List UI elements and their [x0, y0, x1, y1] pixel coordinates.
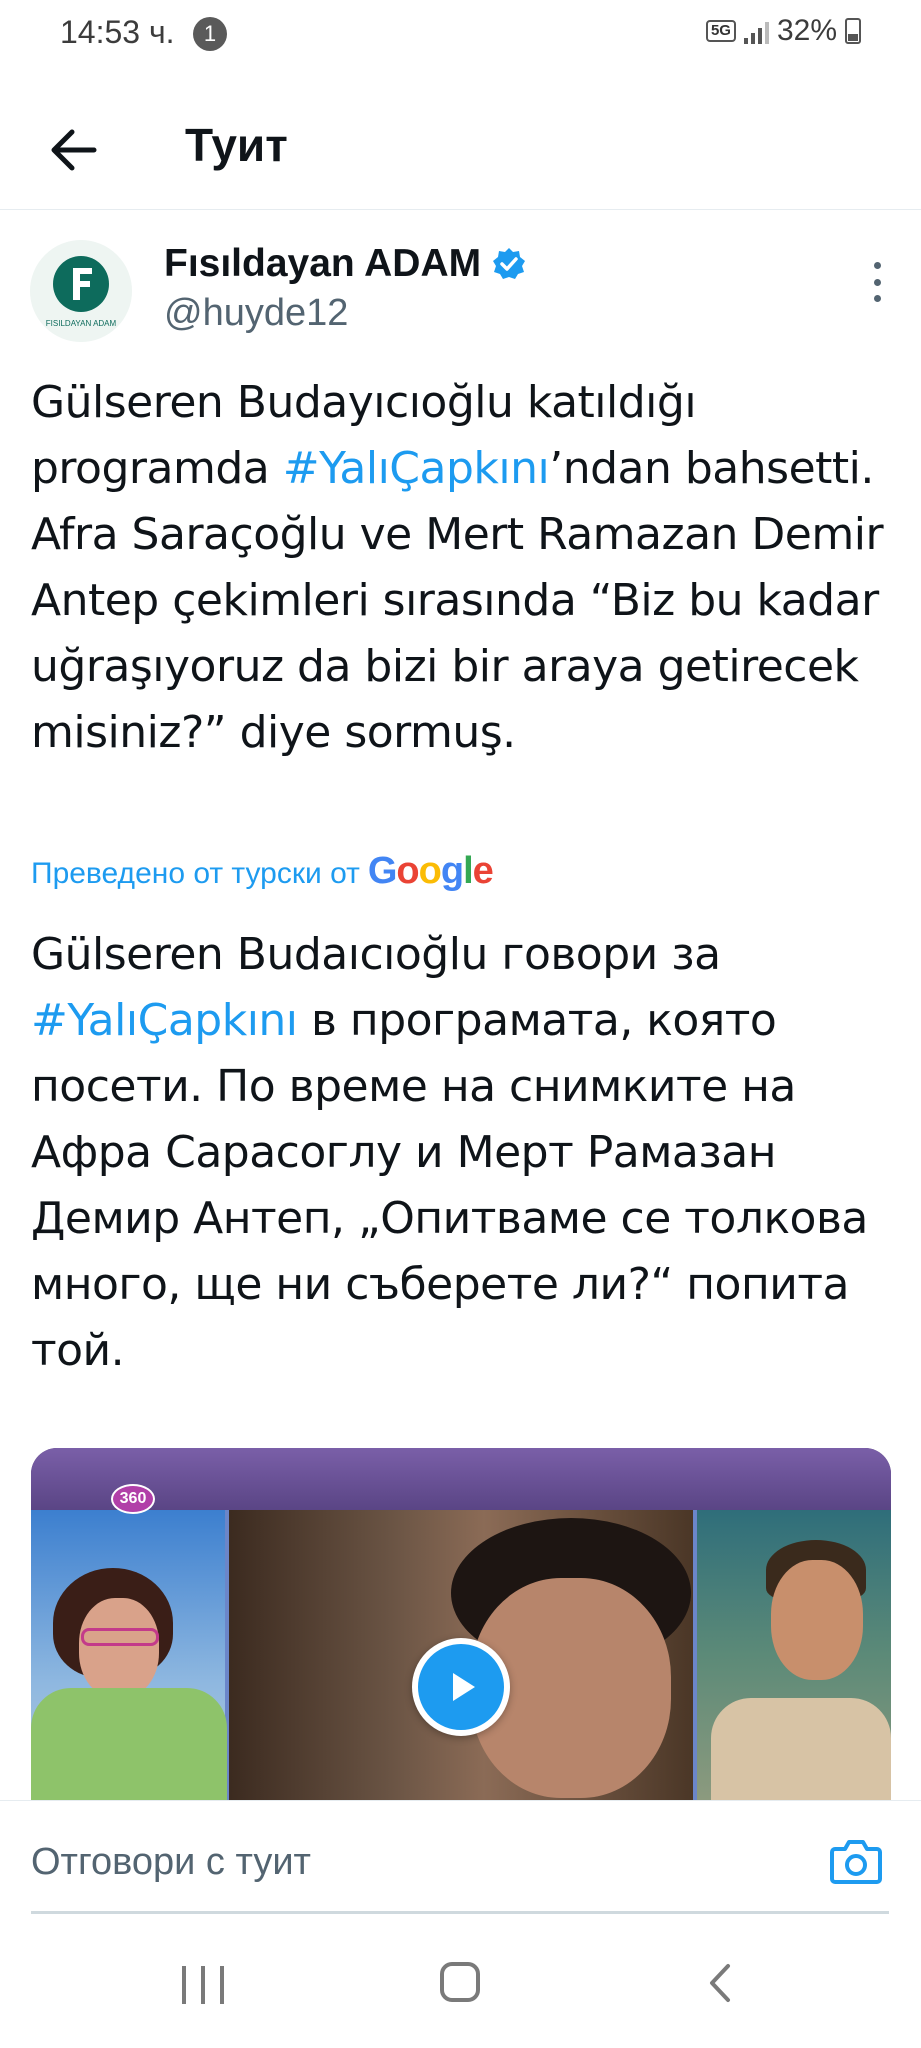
translation-text-part: в програмата, която посети. По време на … — [31, 995, 868, 1376]
media-top-strip — [31, 1448, 891, 1510]
camera-icon[interactable] — [829, 1837, 883, 1885]
person-face — [79, 1598, 159, 1698]
hashtag-link[interactable]: #YalıÇapkını — [283, 443, 550, 494]
reply-composer: Отговори с туит — [0, 1800, 921, 1914]
battery-icon — [845, 18, 861, 44]
system-navigation-bar — [0, 1920, 921, 2048]
recent-apps-button[interactable] — [182, 1966, 224, 2004]
status-bar: 14:53 ч. 1 5G 32% — [0, 0, 921, 68]
translated-by-label: Преведено от турски от — [31, 857, 360, 890]
top-app-bar: Туит — [0, 90, 921, 210]
status-indicators: 5G 32% — [705, 14, 861, 48]
home-button[interactable] — [440, 1962, 480, 2002]
avatar-logo-icon: FISILDAYAN ADAM — [30, 240, 132, 342]
notification-count-badge: 1 — [193, 17, 227, 51]
person-glasses — [81, 1628, 159, 1646]
translation-text-part: Gülseren Budaıcıoğlu говори за — [31, 929, 721, 980]
person-shirt — [711, 1698, 891, 1800]
person-jacket — [31, 1688, 227, 1800]
signal-icon — [743, 18, 769, 44]
play-button[interactable] — [412, 1638, 510, 1736]
hashtag-link[interactable]: #YalıÇapkını — [31, 995, 298, 1046]
google-logo: Google — [367, 850, 494, 892]
translated-tweet-text: Gülseren Budaıcıoğlu говори за #YalıÇapk… — [31, 922, 901, 1384]
nav-back-icon[interactable] — [700, 1960, 740, 2006]
verified-badge-icon — [493, 248, 526, 279]
author-name-row[interactable]: Fısıldayan ADAM — [164, 242, 527, 286]
avatar[interactable]: FISILDAYAN ADAM — [30, 240, 132, 342]
reply-underline — [31, 1911, 889, 1914]
video-thumbnail[interactable]: 360 — [31, 1448, 891, 1800]
page-title: Туит — [185, 119, 288, 171]
network-type-badge: 5G — [705, 20, 736, 42]
avatar-text: FISILDAYAN ADAM — [46, 319, 117, 328]
author-handle[interactable]: @huyde12 — [164, 292, 348, 335]
play-icon — [453, 1673, 475, 1701]
tweet-author: FISILDAYAN ADAM Fısıldayan ADAM @huyde12 — [30, 240, 890, 350]
back-arrow-icon[interactable] — [44, 120, 104, 180]
person-face — [771, 1560, 863, 1680]
author-name: Fısıldayan ADAM — [164, 242, 482, 285]
channel-logo: 360 — [111, 1484, 155, 1514]
reply-input[interactable]: Отговори с туит — [31, 1841, 311, 1884]
translation-attribution[interactable]: Преведено от турски от Google — [31, 850, 494, 893]
battery-percent: 32% — [776, 14, 837, 47]
panel-divider — [693, 1510, 697, 1800]
more-vertical-icon[interactable] — [870, 262, 884, 302]
status-time: 14:53 ч. — [60, 14, 175, 50]
tweet-text: Gülseren Budayıcıoğlu katıldığı programd… — [31, 370, 891, 766]
